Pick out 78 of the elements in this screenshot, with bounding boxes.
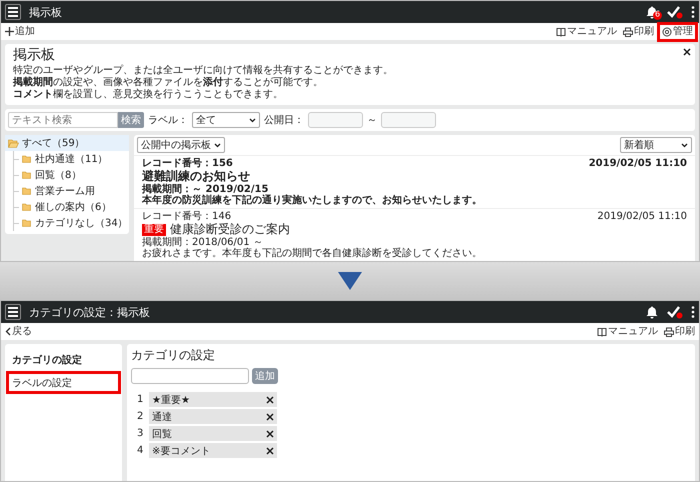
menu-icon[interactable] xyxy=(5,304,21,320)
search-field[interactable]: テキスト検索 xyxy=(8,112,118,128)
book-icon xyxy=(556,26,566,36)
check-icon[interactable] xyxy=(667,5,683,19)
check-icon[interactable] xyxy=(667,305,683,319)
posting-period: 掲載期間：2018/06/01 ～ xyxy=(142,237,264,248)
field-label: 公開日： xyxy=(264,114,304,127)
close-icon[interactable] xyxy=(683,48,691,56)
caret-icon xyxy=(681,142,688,148)
tree-item[interactable]: 回覧（8） xyxy=(14,167,129,183)
post-item[interactable]: レコード番号：156 2019/02/05 11:10 避難訓練のお知らせ 掲載期間：～ 2019/02/15 本年度の防災訓練を下記の通り実施いたしますので、お知らせいたします。 xyxy=(134,155,695,208)
back-link[interactable]: 戻る xyxy=(5,326,32,338)
chevron-left-icon[interactable] xyxy=(5,327,11,336)
down-arrow-icon xyxy=(338,272,362,290)
add-link[interactable]: 追加 xyxy=(5,26,35,38)
bell-icon[interactable] xyxy=(645,305,659,319)
printer-icon xyxy=(623,26,633,36)
more-icon[interactable] xyxy=(691,305,695,319)
notification-badge: 6 xyxy=(653,11,662,20)
row-number: 2 xyxy=(137,411,143,422)
tree-item[interactable]: 催しの案内（6） xyxy=(14,199,129,215)
tag-badge: 重要 xyxy=(142,224,166,236)
caret-icon xyxy=(249,118,256,122)
admin-link[interactable]: 管理 xyxy=(660,24,695,38)
tree-item[interactable]: 社内通達（11） xyxy=(14,151,129,167)
date-field[interactable] xyxy=(308,112,363,128)
remove-icon[interactable] xyxy=(266,396,274,404)
date-field[interactable] xyxy=(381,112,436,128)
section-title: カテゴリの設定 xyxy=(131,348,216,362)
row-number: 3 xyxy=(137,428,143,439)
manual-link[interactable]: マニュアル xyxy=(556,26,617,38)
print-link[interactable]: 印刷 xyxy=(664,326,695,338)
more-icon[interactable] xyxy=(691,5,695,19)
category-name: 通達 xyxy=(152,410,172,424)
menu-item[interactable]: カテゴリの設定 xyxy=(6,348,121,371)
print-link[interactable]: 印刷 xyxy=(623,26,654,38)
tree-item[interactable]: 営業チーム用 xyxy=(14,183,129,199)
post-date: 2019/02/05 11:10 xyxy=(596,211,687,222)
post-summary: お疲れさまです。本年度も下記の期間で各自健康診断を受診してください。 xyxy=(142,248,483,259)
tree-item[interactable]: すべて（59） xyxy=(5,135,129,151)
description-text: コメント欄を設置し、意見交換を行うこうこともできます。 xyxy=(13,89,284,101)
page-title: カテゴリの設定：掲示板 xyxy=(29,304,151,320)
category-name: ★重要★ xyxy=(152,394,190,406)
caret-icon xyxy=(214,142,221,148)
post-title: 健康診断受診のご案内 xyxy=(170,222,290,236)
posting-period: 掲載期間：～ 2019/02/15 xyxy=(142,184,268,195)
description-text: 掲載期間の設定や、画像や各種ファイルを添付することが可能です。 xyxy=(13,77,324,88)
category-name-field[interactable] xyxy=(131,368,249,384)
menu-icon[interactable] xyxy=(5,4,21,20)
label-dropdown[interactable]: 全て xyxy=(192,112,260,128)
post-date: 2019/02/05 11:10 xyxy=(588,158,687,169)
plus-icon xyxy=(5,27,14,36)
post-title: 避難訓練のお知らせ xyxy=(142,169,250,184)
tree-item[interactable]: カテゴリなし（34） xyxy=(14,215,129,231)
record-number: レコード番号：156 xyxy=(142,158,234,169)
panel-title: 掲示板 xyxy=(13,47,56,63)
remove-icon[interactable] xyxy=(266,430,274,438)
category-name: 回覧 xyxy=(152,428,172,440)
post-item[interactable]: レコード番号：146 2019/02/05 11:10 重要 健康診断受診のご案内 掲載期間：2018/06/01 ～ お疲れさまです。本年度も下記の期間で各自健康診断を受診してください。 xyxy=(134,208,695,261)
gear-icon xyxy=(662,26,672,36)
record-number: レコード番号：146 xyxy=(142,211,232,222)
manual-link[interactable]: マニュアル xyxy=(597,326,658,338)
status-dropdown[interactable]: 公開中の掲示板 xyxy=(137,137,225,153)
remove-icon[interactable] xyxy=(266,412,274,420)
open-folder-icon xyxy=(8,138,19,148)
description-text: 特定のユーザやグループ、または全ユーザに向けて情報を共有することができます。 xyxy=(13,65,394,76)
range-separator: ～ xyxy=(367,114,377,127)
post-summary: 本年度の防災訓練を下記の通り実施いたしますので、お知らせいたします。 xyxy=(142,195,483,206)
page-title: 掲示板 xyxy=(29,4,63,20)
sort-dropdown[interactable]: 新着順 xyxy=(620,137,692,153)
category-name: ※要コメント xyxy=(152,444,210,458)
menu-item[interactable]: ラベルの設定 xyxy=(6,371,121,394)
printer-icon xyxy=(664,326,674,336)
row-number: 1 xyxy=(137,394,143,405)
book-icon xyxy=(597,326,607,336)
row-number: 4 xyxy=(137,445,143,456)
remove-icon[interactable] xyxy=(266,446,274,454)
field-label: ラベル： xyxy=(148,114,188,127)
